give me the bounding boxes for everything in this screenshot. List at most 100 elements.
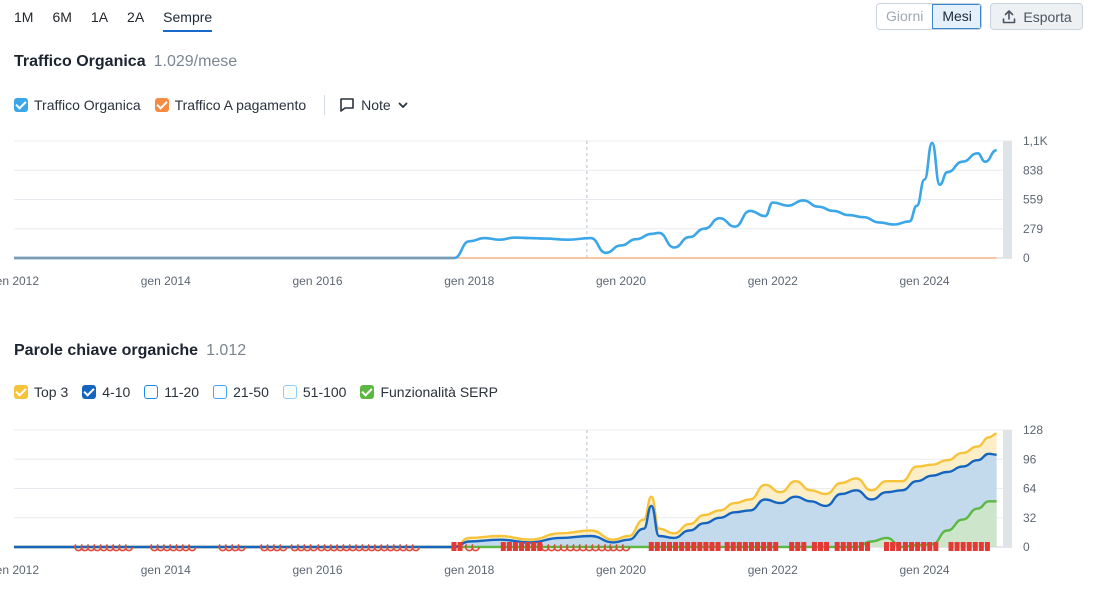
y-tick-label: 128 [1023, 423, 1043, 437]
export-label: Esporta [1023, 8, 1072, 25]
serp-feature-marker [742, 542, 748, 551]
period-1a[interactable]: 1A [91, 8, 108, 26]
legend-serp-features[interactable]: Funzionalità SERP [360, 384, 498, 400]
traffic-value: 1.029/mese [153, 53, 238, 70]
export-button[interactable]: Esporta [990, 3, 1083, 30]
serp-feature-marker [852, 542, 858, 551]
traffic-title-row: Traffico Organica 1.029/mese [14, 53, 237, 71]
legend-label: 11-20 [164, 384, 200, 400]
granularity-months-button[interactable]: Mesi [932, 4, 981, 29]
serp-feature-marker [724, 542, 730, 551]
legend-top3[interactable]: Top 3 [14, 384, 68, 400]
serp-feature-marker [525, 542, 531, 551]
legend-label: Top 3 [34, 384, 69, 400]
serp-feature-marker [840, 542, 846, 551]
serp-feature-marker [451, 542, 457, 551]
serp-feature-marker [789, 542, 795, 551]
serp-feature-marker [984, 542, 990, 551]
granularity-toggle: Giorni Mesi [876, 3, 982, 30]
serp-feature-marker [896, 542, 902, 551]
checkbox-icon [282, 385, 297, 399]
serp-feature-marker [966, 542, 972, 551]
traffic-legend: Traffico Organica Traffico A pagamento N… [14, 95, 409, 115]
serp-feature-marker [927, 542, 933, 551]
legend-21-50[interactable]: 21-50 [213, 384, 269, 400]
x-tick-label: gen 2022 [748, 563, 798, 577]
y-tick-label: 32 [1023, 511, 1037, 525]
keywords-title: Parole chiave organiche [14, 342, 199, 359]
y-tick-label: 838 [1023, 163, 1043, 177]
x-tick-label: gen 2012 [0, 563, 39, 577]
period-1m[interactable]: 1M [14, 8, 33, 26]
y-tick-label: 1,1K [1023, 134, 1048, 148]
y-tick-label: 64 [1023, 482, 1037, 496]
checkbox-icon [14, 98, 28, 112]
keywords-legend: Top 3 4-10 11-20 21-50 51-100 Funzionalità SE… [14, 384, 512, 400]
keywords-value: 1.012 [206, 342, 247, 359]
x-tick-label: gen 2020 [596, 563, 646, 577]
serp-feature-marker [537, 542, 543, 551]
serp-feature-marker [978, 542, 984, 551]
current-period-band [1003, 430, 1012, 547]
keywords-title-row: Parole chiave organiche 1.012 [14, 342, 246, 360]
serp-feature-marker [948, 542, 954, 551]
y-tick-label: 0 [1023, 251, 1030, 265]
x-tick-label: gen 2018 [444, 274, 494, 288]
serp-feature-marker [865, 542, 871, 551]
x-tick-label: gen 2024 [900, 563, 950, 577]
serp-feature-marker [902, 542, 908, 551]
x-tick-label: gen 2016 [292, 563, 342, 577]
serp-feature-marker [648, 542, 654, 551]
y-tick-label: 96 [1023, 452, 1037, 466]
serp-feature-marker [730, 542, 736, 551]
serp-feature-marker [519, 542, 525, 551]
checkbox-icon [213, 385, 228, 399]
serp-feature-marker [883, 542, 889, 551]
export-icon [1003, 9, 1016, 23]
x-tick-label: gen 2014 [141, 563, 191, 577]
serp-feature-marker [811, 542, 817, 551]
x-tick-label: gen 2018 [444, 563, 494, 577]
legend-51-100[interactable]: 51-100 [282, 384, 346, 400]
serp-feature-marker [500, 542, 506, 551]
serp-feature-marker [697, 542, 703, 551]
period-sempre[interactable]: Sempre [163, 8, 213, 32]
legend-organic-traffic[interactable]: Traffico Organica [14, 97, 141, 113]
checkbox-icon [360, 385, 375, 399]
current-period-band [1003, 141, 1012, 258]
notes-label: Note [361, 97, 391, 113]
checkbox-icon [82, 385, 97, 399]
checkbox-icon [14, 385, 28, 399]
y-tick-label: 279 [1023, 222, 1043, 236]
serp-feature-marker [915, 542, 921, 551]
period-2a[interactable]: 2A [127, 8, 144, 26]
organic-traffic-line [13, 141, 997, 260]
x-tick-label: gen 2020 [596, 274, 646, 288]
serp-feature-marker [817, 542, 823, 551]
note-icon [340, 98, 354, 112]
x-tick-label: gen 2014 [141, 274, 191, 288]
x-tick-label: gen 2012 [0, 274, 39, 288]
serp-feature-marker [666, 542, 672, 551]
serp-feature-marker [660, 542, 666, 551]
serp-feature-marker [972, 542, 978, 551]
serp-feature-marker [858, 542, 864, 551]
serp-feature-marker [715, 542, 721, 551]
legend-label: 21-50 [233, 384, 269, 400]
granularity-days-button[interactable]: Giorni [877, 4, 933, 29]
legend-11-20[interactable]: 11-20 [144, 384, 199, 400]
serp-feature-marker [909, 542, 915, 551]
period-6m[interactable]: 6M [52, 8, 71, 26]
traffic-title: Traffico Organica [14, 53, 146, 70]
notes-dropdown[interactable]: Note [339, 97, 409, 113]
legend-paid-traffic[interactable]: Traffico A pagamento [154, 97, 306, 113]
serp-feature-marker [960, 542, 966, 551]
serp-feature-marker [736, 542, 742, 551]
serp-feature-marker [954, 542, 960, 551]
serp-feature-marker [506, 542, 512, 551]
serp-feature-marker [709, 542, 715, 551]
legend-divider [324, 95, 326, 115]
serp-feature-marker [703, 542, 709, 551]
serp-feature-marker [890, 542, 896, 551]
legend-4-10[interactable]: 4-10 [82, 384, 130, 400]
